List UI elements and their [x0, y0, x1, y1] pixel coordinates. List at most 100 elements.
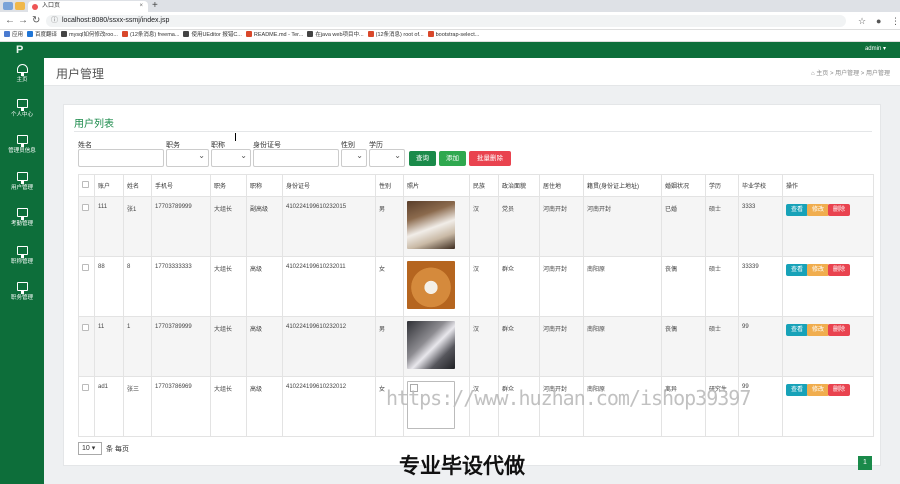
- view-button[interactable]: 查看: [786, 204, 808, 216]
- delete-button[interactable]: 删除: [828, 324, 850, 336]
- query-button[interactable]: 查询: [409, 151, 436, 166]
- sidebar-item-ranks[interactable]: 职称管理: [0, 246, 44, 280]
- window-icon[interactable]: [15, 2, 25, 10]
- cell-edu: 硕士: [705, 316, 739, 377]
- bookmark-item[interactable]: 使用UEditor 报错C...: [183, 30, 242, 41]
- bookmark-item[interactable]: 百度翻译: [27, 30, 57, 41]
- close-icon[interactable]: ×: [139, 1, 143, 12]
- sidebar-item-admins[interactable]: 管理员信息: [0, 135, 44, 169]
- cell-idcard: 410224199610232012: [282, 316, 376, 377]
- edit-button[interactable]: 修改: [807, 324, 829, 336]
- bookmark-label: bootstrap-select...: [435, 32, 480, 38]
- delete-button[interactable]: 删除: [828, 264, 850, 276]
- add-button[interactable]: 添加: [439, 151, 466, 166]
- page-size-select[interactable]: 10 ▾: [78, 442, 102, 455]
- row-checkbox-cell[interactable]: [78, 196, 95, 257]
- sidebar-item-attendance[interactable]: 考勤管理: [0, 208, 44, 242]
- cell-duty: 大组长: [210, 256, 247, 317]
- breadcrumb-current: 用户管理: [865, 71, 890, 77]
- sidebar-item-label: 职务管理: [10, 295, 33, 301]
- menu-icon[interactable]: ⋮: [891, 15, 900, 27]
- info-icon[interactable]: ⓘ: [51, 15, 58, 27]
- logo: P: [16, 44, 24, 56]
- edu-select[interactable]: [369, 149, 405, 167]
- cell-duty: 大组长: [210, 316, 247, 377]
- gender-select[interactable]: [341, 149, 367, 167]
- select-all-checkbox-cell[interactable]: [78, 174, 95, 197]
- cell-school: 99: [738, 316, 783, 377]
- column-header: 学历: [705, 174, 739, 197]
- back-icon[interactable]: ←: [5, 15, 15, 27]
- cell-idcard: 410224199610232011: [282, 256, 376, 317]
- cell-account: 111: [94, 196, 124, 257]
- bookmark-item[interactable]: 应用: [4, 30, 23, 41]
- breadcrumb-home[interactable]: 主页: [816, 71, 828, 77]
- reload-icon[interactable]: ↻: [32, 15, 40, 27]
- sidebar-item-label: 用户管理: [10, 185, 33, 191]
- cell-duty: 大组长: [210, 376, 247, 437]
- user-photo: [407, 261, 455, 309]
- view-button[interactable]: 查看: [786, 384, 808, 396]
- bookmark-item[interactable]: bootstrap-select...: [427, 30, 480, 41]
- edit-button[interactable]: 修改: [807, 204, 829, 216]
- table-row: 11 1 17703789999 大组长 高级 410224199610232012 男汉群…: [78, 316, 874, 377]
- star-icon[interactable]: ☆: [858, 15, 866, 27]
- delete-button[interactable]: 删除: [828, 384, 850, 396]
- pagination-current-page[interactable]: 1: [858, 456, 872, 470]
- duty-select[interactable]: [166, 149, 209, 167]
- bookmark-label: README.md - Ter...: [253, 32, 304, 38]
- window-icon[interactable]: [3, 2, 13, 10]
- bookmark-item[interactable]: README.md - Ter...: [245, 30, 304, 41]
- forward-icon[interactable]: →: [18, 15, 28, 27]
- cell-residence: 河南开封: [539, 316, 584, 377]
- cell-marital: 丧偶: [661, 316, 706, 377]
- sidebar-item-users[interactable]: 用户管理: [0, 172, 44, 206]
- bookmark-item[interactable]: (12条消息) freema...: [121, 30, 179, 41]
- bookmark-item[interactable]: 在java web项目中...: [307, 30, 364, 41]
- monitor-icon: [16, 135, 28, 147]
- bookmark-icon: [307, 31, 314, 37]
- bookmark-item[interactable]: (12条消息) root of...: [367, 30, 424, 41]
- monitor-icon: [16, 282, 28, 294]
- batch-delete-button[interactable]: 批量删除: [469, 151, 511, 166]
- row-checkbox-cell[interactable]: [78, 316, 95, 377]
- cell-native: 南阳原: [583, 316, 662, 377]
- sidebar-item-duties[interactable]: 职务管理: [0, 282, 44, 316]
- monitor-icon: [16, 172, 28, 184]
- column-header: 籍贯(身份证上地址): [583, 174, 662, 197]
- select-all-checkbox[interactable]: [82, 181, 89, 188]
- breadcrumb-item[interactable]: 用户管理: [835, 71, 859, 77]
- delete-button[interactable]: 删除: [828, 204, 850, 216]
- cell-politics: 群众: [498, 316, 540, 377]
- cell-gender: 女: [375, 256, 404, 317]
- sidebar-item-home[interactable]: 主页: [0, 64, 44, 98]
- row-checkbox-cell[interactable]: [78, 376, 95, 437]
- cell-gender: 男: [375, 316, 404, 377]
- edit-button[interactable]: 修改: [807, 384, 829, 396]
- new-tab-icon[interactable]: +: [152, 0, 158, 11]
- sidebar-item-profile[interactable]: 个人中心: [0, 99, 44, 133]
- bookmark-item[interactable]: mysql如何修改roo...: [61, 30, 118, 41]
- name-input[interactable]: [78, 149, 164, 167]
- idcard-input[interactable]: [253, 149, 339, 167]
- column-header: 手机号: [151, 174, 211, 197]
- row-checkbox[interactable]: [82, 384, 89, 391]
- cell-school: 3333: [738, 196, 783, 257]
- view-button[interactable]: 查看: [786, 324, 808, 336]
- row-checkbox[interactable]: [82, 264, 89, 271]
- url-input[interactable]: ⓘ localhost:8080/ssxx-ssmj/index.jsp: [46, 15, 846, 27]
- cell-idcard: 410224199610232015: [282, 196, 376, 257]
- table-row: 111 张1 17703789999 大组长 副高级 410224199610232015…: [78, 196, 874, 257]
- browser-tab[interactable]: 入口页 ×: [28, 1, 148, 12]
- watermark-slogan: 专业毕设代做: [399, 455, 525, 478]
- rank-select[interactable]: [211, 149, 251, 167]
- row-checkbox[interactable]: [82, 204, 89, 211]
- column-header: 姓名: [123, 174, 152, 197]
- row-checkbox-cell[interactable]: [78, 256, 95, 317]
- bookmark-icon: [427, 31, 434, 37]
- profile-icon[interactable]: ●: [876, 15, 881, 27]
- edit-button[interactable]: 修改: [807, 264, 829, 276]
- row-checkbox[interactable]: [82, 324, 89, 331]
- user-menu[interactable]: admin ▾: [865, 45, 886, 52]
- view-button[interactable]: 查看: [786, 264, 808, 276]
